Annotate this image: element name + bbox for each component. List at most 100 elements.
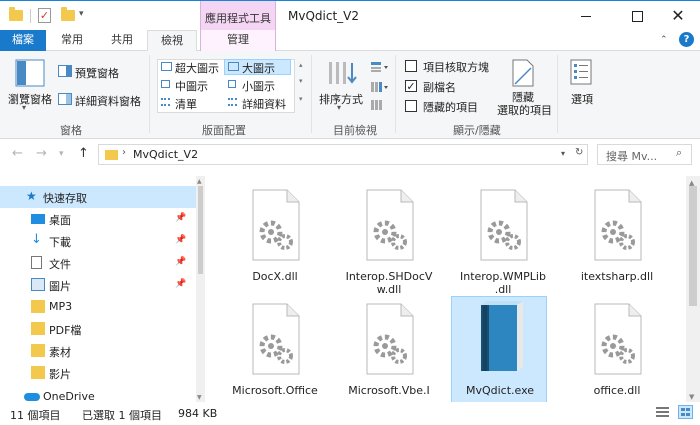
- desktop-icon: [31, 214, 45, 224]
- details-view-icon[interactable]: [655, 405, 670, 419]
- refresh-icon[interactable]: ↻: [575, 147, 583, 158]
- group-by-icon[interactable]: [370, 61, 390, 73]
- list-option[interactable]: 清單: [175, 96, 197, 112]
- new-folder-icon[interactable]: [61, 7, 75, 21]
- file-item[interactable]: Interop.WMPLib .dll: [455, 182, 551, 296]
- large-icons-option[interactable]: 大圖示: [242, 60, 275, 76]
- nav-item-folder[interactable]: 影片: [0, 362, 196, 384]
- item-check-boxes-checkbox[interactable]: [405, 60, 417, 72]
- nav-item-documents[interactable]: 文件 📌: [0, 252, 196, 274]
- layout-group-label: 版面配置: [202, 124, 246, 137]
- tab-file[interactable]: 檔案: [0, 30, 46, 51]
- dll-file-icon: [252, 303, 300, 375]
- address-dropdown-icon[interactable]: ▾: [561, 149, 565, 158]
- minimize-button[interactable]: [563, 1, 609, 31]
- hide-selected-items-label-2[interactable]: 選取的項目: [497, 102, 552, 118]
- navigation-pane-button[interactable]: 瀏覽窗格: [8, 91, 52, 107]
- details-option[interactable]: 詳細資料: [242, 96, 286, 112]
- size-columns-icon[interactable]: [370, 99, 386, 111]
- add-columns-icon[interactable]: [370, 81, 390, 93]
- file-item[interactable]: Microsoft.Office: [227, 296, 323, 402]
- ribbon: 瀏覽窗格 ▾ 預覽窗格 詳細資料窗格 窗格 超大圖示 大圖示 中圖示 小圖示 清…: [0, 51, 700, 139]
- preview-pane-button[interactable]: 預覽窗格: [75, 65, 119, 81]
- dll-file-icon: [594, 303, 642, 375]
- file-item[interactable]: Microsoft.Vbe.I: [341, 296, 437, 402]
- file-name-line2: w.dll: [376, 283, 402, 296]
- content-scroll-thumb[interactable]: [689, 186, 697, 306]
- scroll-up-icon[interactable]: ▲: [197, 178, 202, 185]
- options-button[interactable]: 選項: [571, 91, 593, 107]
- nav-item-folder[interactable]: MP3: [0, 296, 196, 318]
- address-path[interactable]: MvQdict_V2: [133, 148, 198, 161]
- medium-icons-option[interactable]: 中圖示: [175, 78, 208, 94]
- file-item[interactable]: itextsharp.dll: [569, 182, 665, 290]
- tab-view[interactable]: 檢視: [147, 30, 197, 52]
- small-icons-option[interactable]: 小圖示: [242, 78, 275, 94]
- sort-by-icon[interactable]: [326, 59, 358, 87]
- navigation-pane-icon[interactable]: [15, 59, 45, 87]
- tab-home[interactable]: 常用: [50, 30, 94, 51]
- file-name: office.dll: [593, 384, 641, 397]
- file-name: DocX.dll: [252, 270, 298, 283]
- large-icons-view-icon[interactable]: [678, 405, 693, 419]
- nav-item-downloads[interactable]: ↓ 下載 📌: [0, 230, 196, 252]
- file-name-line2: .dll: [494, 283, 512, 296]
- nav-label: 下載: [49, 236, 71, 249]
- gallery-scroll-up-icon[interactable]: ▴: [299, 61, 303, 69]
- nav-item-folder[interactable]: 素材: [0, 340, 196, 362]
- close-button[interactable]: ✕: [655, 1, 700, 31]
- pin-icon[interactable]: 📌: [175, 279, 186, 289]
- details-pane-button[interactable]: 詳細資料窗格: [75, 93, 141, 109]
- book-icon: [481, 301, 523, 371]
- details-pane-icon[interactable]: [58, 93, 72, 105]
- nav-item-desktop[interactable]: 桌面 📌: [0, 208, 196, 230]
- chevron-down-icon[interactable]: ▾: [337, 103, 341, 112]
- pin-icon[interactable]: 📌: [175, 235, 186, 245]
- forward-arrow-icon[interactable]: →: [36, 146, 47, 161]
- current-view-group-label: 目前檢視: [333, 124, 377, 137]
- file-item[interactable]: Interop.SHDocV w.dll: [341, 182, 437, 296]
- tab-share[interactable]: 共用: [98, 30, 146, 51]
- cloud-icon: [24, 393, 40, 401]
- dll-file-icon: [594, 189, 642, 261]
- scroll-down-icon[interactable]: ▼: [689, 393, 694, 401]
- pin-icon[interactable]: 📌: [175, 213, 186, 223]
- back-arrow-icon[interactable]: ←: [12, 146, 23, 161]
- chevron-right-icon[interactable]: ›: [122, 147, 126, 158]
- nav-item-quick-access[interactable]: ★ 快速存取: [0, 186, 196, 208]
- file-name: Interop.WMPLib: [460, 270, 546, 283]
- pictures-icon: [31, 278, 45, 291]
- chevron-down-icon[interactable]: ▾: [22, 103, 26, 112]
- hidden-items-checkbox[interactable]: [405, 100, 417, 112]
- nav-item-pictures[interactable]: 圖片 📌: [0, 274, 196, 296]
- pin-icon[interactable]: 📌: [175, 257, 186, 267]
- folder-icon: [31, 300, 45, 313]
- help-icon[interactable]: ?: [679, 32, 694, 47]
- up-arrow-icon[interactable]: ↑: [78, 146, 89, 161]
- group-separator: [395, 55, 396, 133]
- options-icon[interactable]: [570, 59, 592, 85]
- folder-icon: [31, 366, 45, 379]
- properties-check-icon[interactable]: ✓: [38, 8, 51, 23]
- scroll-down-icon[interactable]: ▼: [197, 394, 202, 401]
- extra-large-icons-option[interactable]: 超大圖示: [175, 60, 219, 76]
- hide-selected-items-icon[interactable]: [512, 59, 534, 87]
- nav-item-folder[interactable]: PDF檔: [0, 318, 196, 340]
- nav-label: MP3: [49, 300, 73, 313]
- maximize-button[interactable]: [614, 1, 660, 31]
- file-item-selected[interactable]: MvQdict.exe: [451, 296, 547, 402]
- gallery-expand-icon[interactable]: ▾: [299, 95, 303, 103]
- small-icons-icon: [228, 80, 236, 88]
- gallery-scroll-down-icon[interactable]: ▾: [299, 77, 303, 85]
- quick-access-dropdown-icon[interactable]: ▾: [79, 9, 84, 25]
- file-item[interactable]: office.dll: [569, 296, 665, 402]
- chevron-up-icon[interactable]: ⌃: [660, 35, 668, 45]
- tab-manage[interactable]: 管理: [200, 30, 276, 51]
- recent-locations-icon[interactable]: ▾: [59, 149, 64, 159]
- extra-large-icons-icon: [161, 62, 172, 71]
- folder-icon[interactable]: [9, 7, 23, 21]
- nav-scroll-thumb[interactable]: [198, 186, 203, 274]
- file-item[interactable]: DocX.dll: [227, 182, 323, 290]
- file-name-extensions-checkbox[interactable]: ✓: [405, 80, 417, 92]
- preview-pane-icon[interactable]: [58, 65, 72, 77]
